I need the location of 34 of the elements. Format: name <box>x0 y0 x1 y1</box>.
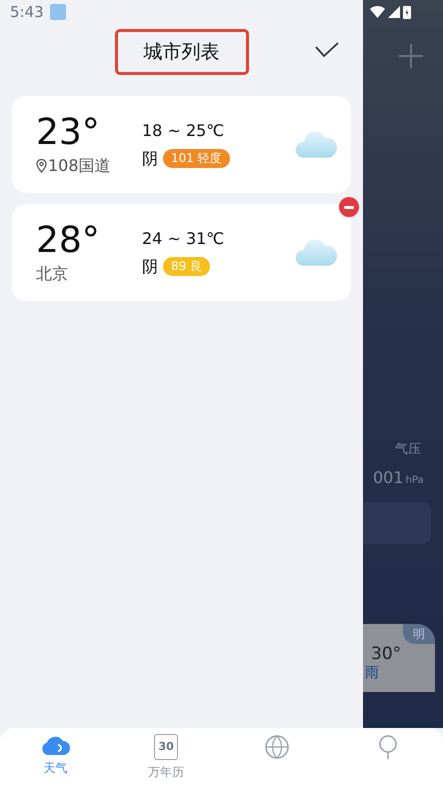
tab[interactable]: 30 万年历 <box>110 734 222 788</box>
plus-icon[interactable] <box>399 44 423 68</box>
weather-condition: 阴 <box>142 148 158 170</box>
forecast-temperature: 30° <box>370 644 402 664</box>
signal-icon <box>388 6 400 18</box>
cloud-icon <box>295 238 337 266</box>
temperature-range: 24 ~ 31℃ <box>142 228 226 250</box>
cloud-icon <box>40 734 70 756</box>
city-name: 108国道 <box>48 154 111 176</box>
status-time: 5:43 <box>10 2 44 23</box>
pressure-unit: hPa <box>406 474 424 488</box>
cloud-icon <box>295 130 337 158</box>
pressure-value: 001 <box>373 466 404 488</box>
app-notification-icon <box>50 4 66 20</box>
forecast-weather: 雨 <box>364 664 380 682</box>
pressure-label: 气压 <box>395 441 421 459</box>
remove-icon[interactable] <box>339 197 359 217</box>
wifi-icon <box>370 6 385 18</box>
city-name: 北京 <box>36 262 68 284</box>
temperature-range: 18 ~ 25℃ <box>142 120 226 142</box>
drawer-title: 城市列表 <box>114 28 248 76</box>
info-card <box>363 502 431 544</box>
current-temperature: 23° <box>36 112 101 154</box>
calendar-icon: 30 <box>154 734 178 760</box>
air-quality-badge: 101 轻度 <box>163 149 230 168</box>
air-quality-badge: 89 良 <box>163 257 210 276</box>
globe-icon <box>264 734 290 760</box>
city-card[interactable]: 28° 北京 24 ~ 31℃ 阴 89 良 <box>12 204 351 301</box>
forecast-day-badge: 明 <box>403 624 435 644</box>
city-card[interactable]: 23° 108国道 18 ~ 25℃ 阴 101 轻度 <box>12 96 351 193</box>
battery-icon <box>403 5 411 19</box>
weather-condition: 阴 <box>142 256 158 278</box>
current-temperature: 28° <box>36 220 101 262</box>
check-icon[interactable] <box>315 42 339 58</box>
